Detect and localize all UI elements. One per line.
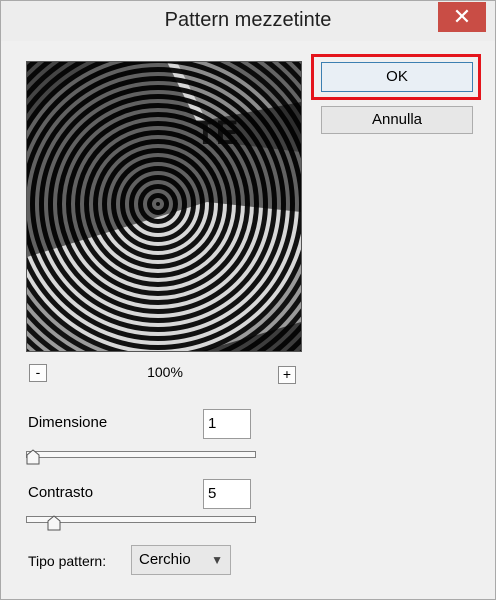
contrast-label: Contrasto	[28, 484, 94, 501]
ok-button[interactable]: OK	[321, 62, 473, 92]
pattern-type-label: Tipo pattern:	[28, 553, 107, 569]
pattern-type-select[interactable]: Cerchio ▼	[131, 545, 231, 575]
title-bar[interactable]: Pattern mezzetinte ✕	[1, 1, 495, 41]
pattern-type-value: Cerchio	[139, 551, 191, 568]
size-input[interactable]: 1	[203, 409, 251, 439]
zoom-out-button[interactable]: -	[29, 364, 47, 382]
halftone-preview[interactable]: TE	[26, 61, 302, 352]
dialog-title: Pattern mezzetinte	[164, 9, 332, 31]
zoom-level: 100%	[147, 364, 183, 380]
preview-text-fragment: TE	[195, 114, 238, 152]
size-label: Dimensione	[28, 414, 108, 431]
preview-image: TE	[27, 62, 301, 351]
zoom-in-button[interactable]: +	[278, 366, 296, 384]
chevron-down-icon: ▼	[211, 553, 223, 567]
cancel-button[interactable]: Annulla	[321, 106, 473, 134]
size-slider-thumb[interactable]	[26, 449, 40, 465]
close-x-icon: ✕	[452, 4, 472, 29]
dialog-window: Pattern mezzetinte ✕ TE - 100% + OK Annu…	[0, 0, 496, 600]
size-slider-track[interactable]	[26, 451, 256, 458]
contrast-input[interactable]: 5	[203, 479, 251, 509]
contrast-slider-thumb[interactable]	[47, 515, 61, 531]
close-button[interactable]: ✕	[438, 2, 486, 32]
